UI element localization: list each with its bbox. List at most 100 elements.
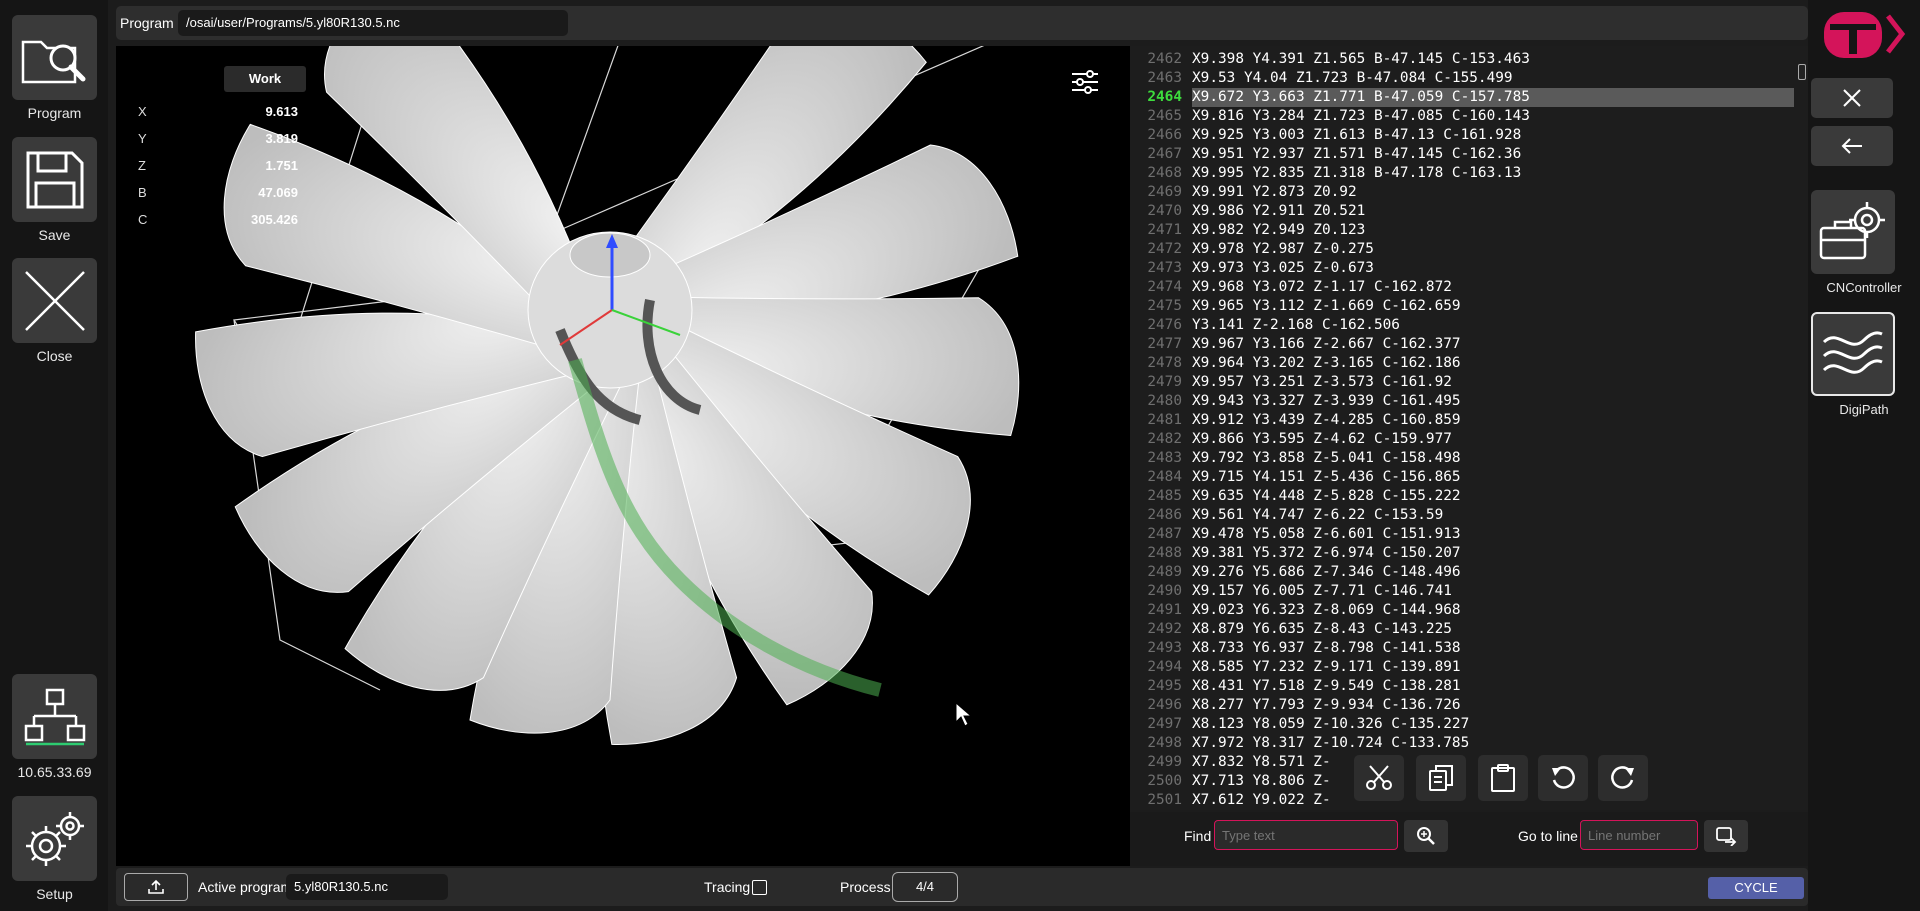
line-text: X9.672 Y3.663 Z1.771 B-47.059 C-157.785 (1192, 88, 1794, 107)
code-line[interactable]: 2479 X9.957 Y3.251 Z-3.573 C-161.92 (1130, 373, 1800, 392)
code-line[interactable]: 2473 X9.973 Y3.025 Z-0.673 (1130, 259, 1800, 278)
code-line[interactable]: 2471 X9.982 Y2.949 Z0.123 (1130, 221, 1800, 240)
code-line[interactable]: 2491 X9.023 Y6.323 Z-8.069 C-144.968 (1130, 601, 1800, 620)
code-line[interactable]: 2468 X9.995 Y2.835 Z1.318 B-47.178 C-163.… (1130, 164, 1800, 183)
code-line[interactable]: 2469 X9.991 Y2.873 Z0.92 (1130, 183, 1800, 202)
code-line[interactable]: 2495 X8.431 Y7.518 Z-9.549 C-138.281 (1130, 677, 1800, 696)
program-path-field[interactable]: /osai/user/Programs/5.yl80R130.5.nc (178, 10, 568, 36)
line-number: 2493 (1147, 640, 1182, 656)
setup-nav[interactable]: Setup (12, 796, 97, 902)
redo-button[interactable] (1598, 755, 1648, 801)
line-text: X7.972 Y8.317 Z-10.724 C-133.785 (1192, 735, 1470, 751)
sliders-settings-icon[interactable] (1070, 70, 1100, 94)
code-line[interactable]: 2475 X9.965 Y3.112 Z-1.669 C-162.659 (1130, 297, 1800, 316)
code-line[interactable]: 2474 X9.968 Y3.072 Z-1.17 C-162.872 (1130, 278, 1800, 297)
network-nav[interactable]: 10.65.33.69 (12, 674, 97, 780)
line-text: X8.733 Y6.937 Z-8.798 C-141.538 (1192, 640, 1461, 656)
code-line[interactable]: 2489 X9.276 Y5.686 Z-7.346 C-148.496 (1130, 563, 1800, 582)
window-close-button[interactable] (1811, 78, 1893, 118)
undo-button[interactable] (1538, 755, 1588, 801)
code-line[interactable]: 2494 X8.585 Y7.232 Z-9.171 C-139.891 (1130, 658, 1800, 677)
code-line[interactable]: 2487 X9.478 Y5.058 Z-6.601 C-151.913 (1130, 525, 1800, 544)
line-text: X9.398 Y4.391 Z1.565 B-47.145 C-153.463 (1192, 51, 1530, 67)
network-tree-icon (24, 688, 85, 745)
line-number: 2479 (1147, 374, 1182, 390)
axis-name: B (138, 185, 147, 200)
goto-line-icon (1716, 827, 1737, 846)
code-line[interactable]: 2493 X8.733 Y6.937 Z-8.798 C-141.538 (1130, 639, 1800, 658)
upload-button[interactable] (124, 873, 188, 901)
line-number: 2487 (1147, 526, 1182, 542)
code-scrollbar[interactable] (1798, 64, 1806, 80)
line-number: 2489 (1147, 564, 1182, 580)
find-input[interactable] (1214, 820, 1398, 850)
line-number: 2501 (1147, 792, 1182, 808)
code-line[interactable]: 2478 X9.964 Y3.202 Z-3.165 C-162.186 (1130, 354, 1800, 373)
digipath-button[interactable] (1811, 312, 1895, 396)
code-line[interactable]: 2477 X9.967 Y3.166 Z-2.667 C-162.377 (1130, 335, 1800, 354)
close-nav[interactable]: Close (12, 258, 97, 364)
setup-button[interactable] (12, 796, 97, 881)
code-line[interactable]: 2483 X9.792 Y3.858 Z-5.041 C-158.498 (1130, 449, 1800, 468)
cycle-button[interactable]: CYCLE (1708, 877, 1804, 899)
paste-button[interactable] (1478, 755, 1528, 801)
line-text: X9.951 Y2.937 Z1.571 B-47.145 C-162.36 (1192, 146, 1522, 162)
line-number: 2485 (1147, 488, 1182, 504)
code-line[interactable]: 2481 X9.912 Y3.439 Z-4.285 C-160.859 (1130, 411, 1800, 430)
code-line[interactable]: 2462 X9.398 Y4.391 Z1.565 B-47.145 C-153.… (1130, 50, 1800, 69)
copy-button[interactable] (1416, 755, 1466, 801)
save-nav[interactable]: Save (12, 137, 97, 243)
line-number: 2470 (1147, 203, 1182, 219)
left-sidebar: Program Save Close 10.65.33.69 Setup (0, 0, 108, 911)
line-number: 2476 (1147, 317, 1182, 333)
goto-line-input[interactable] (1580, 820, 1698, 850)
program-nav[interactable]: Program (12, 15, 97, 121)
line-text: X9.995 Y2.835 Z1.318 B-47.178 C-163.13 (1192, 165, 1522, 181)
cut-button[interactable] (1354, 755, 1404, 801)
line-text: X9.978 Y2.987 Z-0.275 (1192, 241, 1374, 257)
line-number: 2478 (1147, 355, 1182, 371)
folder-search-icon (21, 40, 85, 83)
line-number: 2498 (1147, 735, 1182, 751)
code-line[interactable]: 2465 X9.816 Y3.284 Z1.723 B-47.085 C-160.… (1130, 107, 1800, 126)
current-code-line[interactable]: 2464 X9.672 Y3.663 Z1.771 B-47.059 C-157.… (1130, 88, 1800, 107)
line-number: 2477 (1147, 336, 1182, 352)
code-line[interactable]: 2485 X9.635 Y4.448 Z-5.828 C-155.222 (1130, 487, 1800, 506)
network-button[interactable] (12, 674, 97, 759)
code-line[interactable]: 2467 X9.951 Y2.937 Z1.571 B-47.145 C-162.… (1130, 145, 1800, 164)
line-number: 2496 (1147, 697, 1182, 713)
cncontroller-button[interactable] (1811, 190, 1895, 274)
code-line[interactable]: 2463 X9.53 Y4.04 Z1.723 B-47.084 C-155.49… (1130, 69, 1800, 88)
code-line[interactable]: 2480 X9.943 Y3.327 Z-3.939 C-161.495 (1130, 392, 1800, 411)
tracing-checkbox[interactable] (752, 880, 767, 895)
gears-toolbox-icon (1819, 202, 1885, 260)
process-label: Process (840, 879, 891, 895)
process-selector[interactable]: 4/4 (892, 872, 958, 902)
close-button[interactable] (12, 258, 97, 343)
gcode-editor[interactable]: 2462 X9.398 Y4.391 Z1.565 B-47.145 C-153.… (1130, 46, 1808, 810)
code-line[interactable]: 2496 X8.277 Y7.793 Z-9.934 C-136.726 (1130, 696, 1800, 715)
code-line[interactable]: 2497 X8.123 Y8.059 Z-10.326 C-135.227 (1130, 715, 1800, 734)
setup-label: Setup (36, 886, 73, 902)
code-line[interactable]: 2470 X9.986 Y2.911 Z0.521 (1130, 202, 1800, 221)
code-line[interactable]: 2486 X9.561 Y4.747 Z-6.22 C-153.59 (1130, 506, 1800, 525)
code-line[interactable]: 2498 X7.972 Y8.317 Z-10.724 C-133.785 (1130, 734, 1800, 753)
code-line[interactable]: 2476 Y3.141 Z-2.168 C-162.506 (1130, 316, 1800, 335)
code-line[interactable]: 2484 X9.715 Y4.151 Z-5.436 C-156.865 (1130, 468, 1800, 487)
code-line[interactable]: 2490 X9.157 Y6.005 Z-7.71 C-146.741 (1130, 582, 1800, 601)
code-line[interactable]: 2472 X9.978 Y2.987 Z-0.275 (1130, 240, 1800, 259)
close-icon (1843, 89, 1861, 107)
line-text: X9.561 Y4.747 Z-6.22 C-153.59 (1192, 507, 1444, 523)
save-button[interactable] (12, 137, 97, 222)
line-text: X7.612 Y9.022 Z- (1192, 792, 1331, 808)
back-button[interactable] (1811, 126, 1893, 166)
bottom-bar: Active program 5.yl80R130.5.nc Tracing P… (116, 868, 1808, 906)
goto-line-button[interactable] (1704, 820, 1748, 852)
code-line[interactable]: 2492 X8.879 Y6.635 Z-8.43 C-143.225 (1130, 620, 1800, 639)
program-button[interactable] (12, 15, 97, 100)
line-number: 2466 (1147, 127, 1182, 143)
find-search-button[interactable] (1404, 820, 1448, 852)
code-line[interactable]: 2482 X9.866 Y3.595 Z-4.62 C-159.977 (1130, 430, 1800, 449)
code-line[interactable]: 2488 X9.381 Y5.372 Z-6.974 C-150.207 (1130, 544, 1800, 563)
code-line[interactable]: 2466 X9.925 Y3.003 Z1.613 B-47.13 C-161.9… (1130, 126, 1800, 145)
